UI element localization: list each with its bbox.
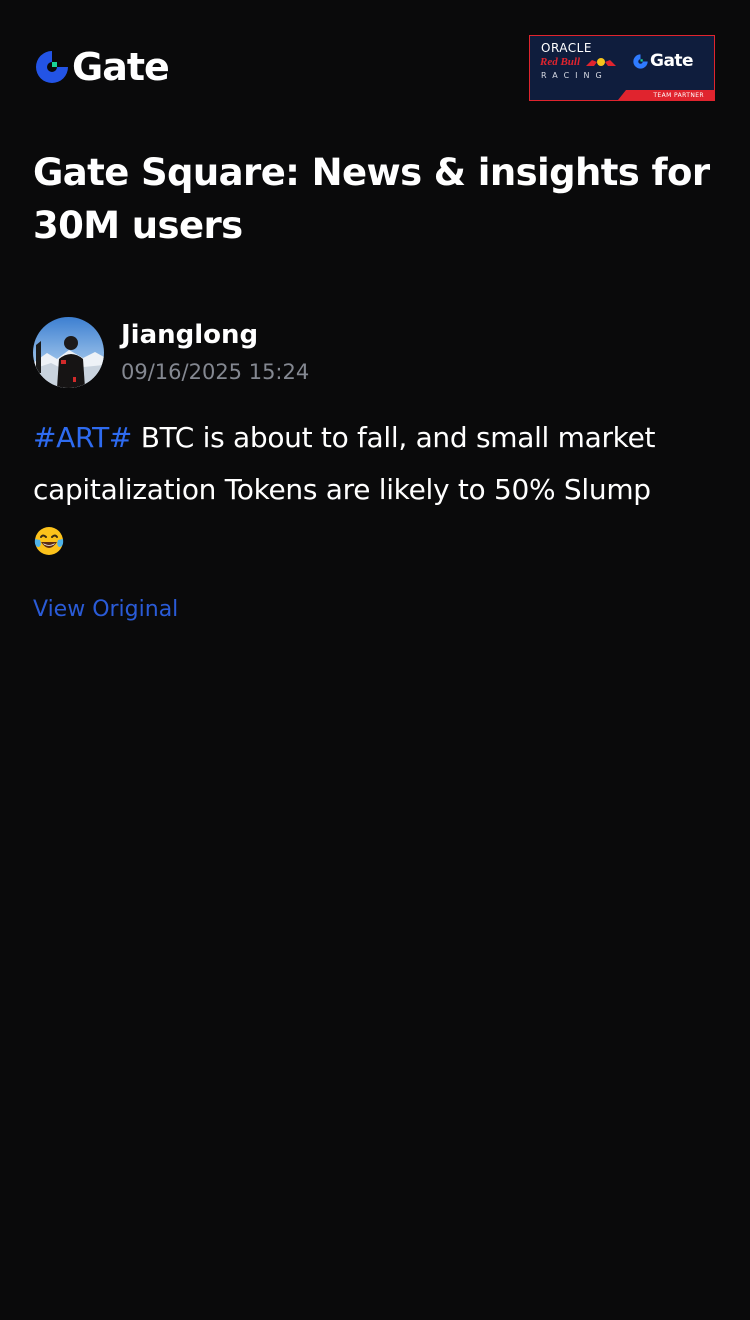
gate-logo-icon — [36, 51, 68, 83]
post-hashtag[interactable]: #ART# — [33, 421, 132, 454]
top-header: Gate ORACLE Red Bull RACING Gate TEAM PA… — [0, 0, 750, 130]
gate-partner-wordmark: Gate — [650, 51, 694, 71]
author-avatar[interactable] — [33, 317, 104, 388]
team-partner-strip: TEAM PARTNER — [530, 90, 714, 100]
redbull-wordmark: Red Bull — [540, 56, 581, 68]
team-partner-label: TEAM PARTNER — [653, 92, 704, 99]
post-timestamp: 09/16/2025 15:24 — [121, 360, 310, 384]
tears-of-joy-emoji-icon — [34, 527, 64, 555]
page-title: Gate Square: News & insights for 30M use… — [33, 151, 710, 247]
post-author-meta: Jianglong 09/16/2025 15:24 — [121, 317, 309, 386]
gate-partner-icon — [633, 53, 648, 69]
racing-wordmark: RACING — [541, 71, 608, 80]
gate-logo-link[interactable]: Gate — [33, 45, 170, 89]
redbull-racing-lockup: ORACLE Red Bull RACING — [530, 36, 626, 92]
gate-partner-lockup: Gate — [632, 51, 694, 71]
oracle-wordmark: ORACLE — [541, 41, 592, 55]
bull-icon — [586, 58, 616, 66]
post-author-row: Jianglong 09/16/2025 15:24 — [33, 317, 717, 389]
post-card: Jianglong 09/16/2025 15:24 #ART# BTC is … — [33, 317, 717, 625]
page: Gate ORACLE Red Bull RACING Gate TEAM PA… — [0, 0, 750, 1320]
post-content: #ART# BTC is about to fall, and small ma… — [33, 412, 717, 568]
logo-wordmark: Gate — [72, 45, 170, 89]
author-name[interactable]: Jianglong — [121, 318, 309, 352]
team-partner-banner[interactable]: ORACLE Red Bull RACING Gate TEAM PARTNER — [529, 35, 715, 101]
view-original-link[interactable]: View Original — [33, 595, 178, 625]
